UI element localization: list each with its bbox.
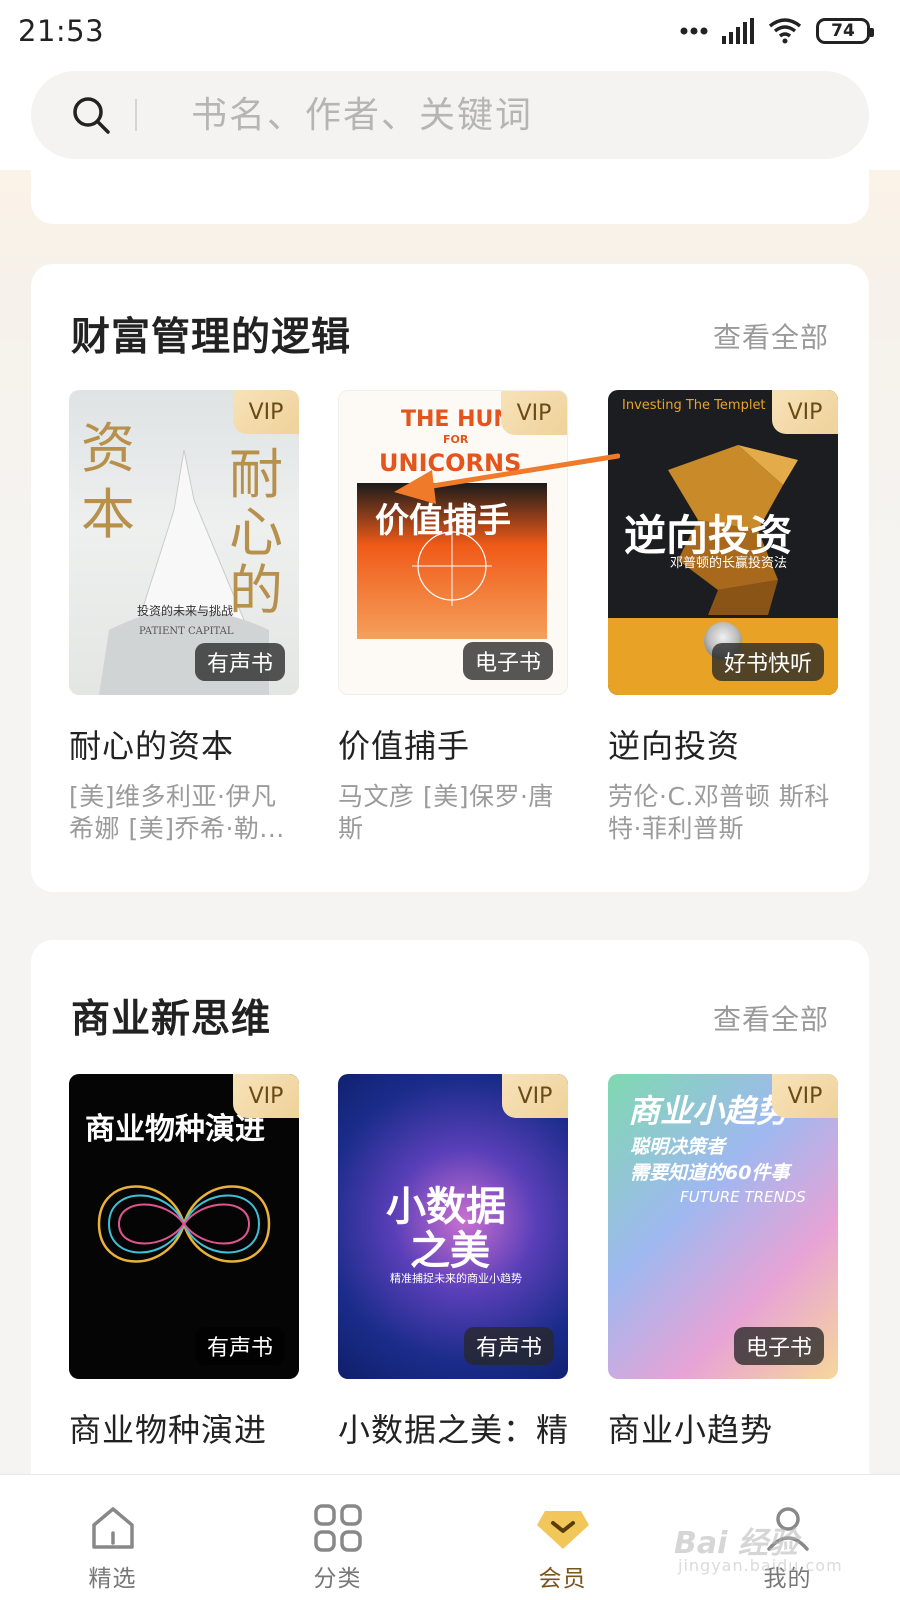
book-card-patient-capital[interactable]: 资 本 耐 心 的 投资的未来与挑战 PATIENT CAPITAL VIP 有… (69, 390, 299, 845)
book-title[interactable]: 价值捕手 (338, 721, 568, 767)
book-title[interactable]: 商业小趋势 (608, 1405, 838, 1451)
book-type-badge: 有声书 (463, 1327, 554, 1365)
section-title: 商业新思维 (71, 997, 272, 1042)
book-author: 马文彦 [美]保罗·唐斯 (338, 782, 554, 843)
see-all-link[interactable]: 查看全部 (713, 998, 829, 1038)
search-input[interactable] (191, 94, 751, 136)
book-title[interactable]: 小数据之美：精准捕捉未 (338, 1405, 568, 1451)
battery-indicator: 74 (816, 18, 874, 44)
grid-icon (313, 1504, 362, 1552)
search-box[interactable] (31, 71, 869, 159)
status-bar: 21:53 74 (0, 0, 900, 62)
search-area (0, 62, 900, 170)
book-type-badge: 好书快听 (711, 643, 824, 681)
cover-subtitle: 邓普顿的长赢投资法 (670, 556, 788, 571)
search-icon[interactable] (69, 93, 113, 137)
book-card-small-data[interactable]: 小数据 之美 精准捕捉未来的商业小趋势 VIP 有声书 小数据之美：精准捕捉未 (338, 1074, 568, 1451)
tab-vip[interactable]: 会员 (450, 1475, 675, 1600)
cover-subtitle: 聪明决策者 (630, 1136, 726, 1158)
cover-main-title: 之美 (410, 1228, 490, 1274)
book-title[interactable]: 耐心的资本 (69, 721, 299, 767)
book-cover[interactable]: Investing The Templet 逆向投资 邓普顿的长赢投资法 VIP… (608, 390, 838, 695)
vip-diamond-icon (536, 1511, 589, 1549)
section-title: 财富管理的逻辑 (71, 315, 352, 360)
section-wealth-management: 财富管理的逻辑 查看全部 资 本 耐 心 的 投资的未来与挑战 PATIENT … (31, 264, 869, 892)
vip-badge: VIP (502, 1074, 568, 1118)
status-icons: 74 (680, 18, 874, 44)
book-card-business-species[interactable]: 商业物种演进 VIP 有声书 商业物种演进 (69, 1074, 299, 1451)
content-scroll-area[interactable]: 财富管理的逻辑 查看全部 资 本 耐 心 的 投资的未来与挑战 PATIENT … (0, 170, 900, 1474)
book-cover[interactable]: 商业小趋势 聪明决策者 需要知道的60件事 FUTURE TRENDS VIP … (608, 1074, 838, 1379)
vip-badge: VIP (772, 1074, 838, 1118)
vip-badge: VIP (501, 391, 567, 435)
tab-label: 精选 (88, 1566, 137, 1592)
book-card-contrarian-investing[interactable]: Investing The Templet 逆向投资 邓普顿的长赢投资法 VIP… (608, 390, 838, 845)
book-card-business-trends[interactable]: 商业小趋势 聪明决策者 需要知道的60件事 FUTURE TRENDS VIP … (608, 1074, 838, 1451)
book-author: 劳伦·C.邓普顿 斯科特·菲利普斯 (608, 782, 830, 843)
cover-subtitle: 需要知道的60件事 (630, 1162, 790, 1184)
cover-char: 的 (229, 559, 283, 622)
book-cover[interactable]: 资 本 耐 心 的 投资的未来与挑战 PATIENT CAPITAL VIP 有… (69, 390, 299, 695)
search-divider (135, 99, 137, 131)
cover-subtitle: 投资的未来与挑战 (137, 604, 234, 618)
cover-english: PATIENT CAPITAL (139, 626, 234, 637)
vip-badge: VIP (233, 1074, 299, 1118)
vip-badge: VIP (233, 390, 299, 434)
book-author: [美]维多利亚·伊凡希娜 [美]乔希·勒... (69, 782, 285, 843)
signal-icon (722, 18, 754, 44)
annotation-arrow-icon (394, 453, 620, 504)
tab-label: 分类 (313, 1566, 362, 1592)
book-type-badge: 有声书 (194, 643, 285, 681)
home-icon (91, 1507, 134, 1549)
book-cover[interactable]: 商业物种演进 VIP 有声书 (69, 1074, 299, 1379)
see-all-link[interactable]: 查看全部 (713, 316, 829, 356)
section-business-thinking: 商业新思维 查看全部 商业物种演进 VIP 有声书 商业物种演进 小数据 之美 … (31, 940, 869, 1474)
book-title[interactable]: 商业物种演进 (69, 1405, 299, 1451)
tab-featured[interactable]: 精选 (0, 1475, 225, 1600)
cover-english: FUTURE TRENDS (680, 1188, 806, 1206)
book-type-badge: 电子书 (462, 642, 553, 680)
book-cover[interactable]: THE HUNT FOR UNICORNS 价值捕手 VIP 电子书 (338, 390, 568, 695)
cover-char: 本 (81, 483, 135, 546)
cover-subtitle: 精准捕捉未来的商业小趋势 (390, 1272, 522, 1285)
vip-badge: VIP (772, 390, 838, 434)
tab-label: 会员 (538, 1566, 587, 1592)
book-type-badge: 电子书 (733, 1327, 824, 1365)
book-type-badge: 有声书 (194, 1327, 285, 1365)
watermark-url: jingyan.baidu.com (678, 1556, 843, 1575)
cover-main-title: 商业小趋势 (628, 1092, 789, 1130)
book-title[interactable]: 逆向投资 (608, 721, 838, 767)
previous-section-card (31, 170, 869, 224)
wifi-icon (768, 18, 802, 44)
tab-category[interactable]: 分类 (225, 1475, 450, 1600)
status-time: 21:53 (18, 14, 105, 48)
more-dots-icon (680, 27, 708, 35)
book-cover[interactable]: 小数据 之美 精准捕捉未来的商业小趋势 VIP 有声书 (338, 1074, 568, 1379)
